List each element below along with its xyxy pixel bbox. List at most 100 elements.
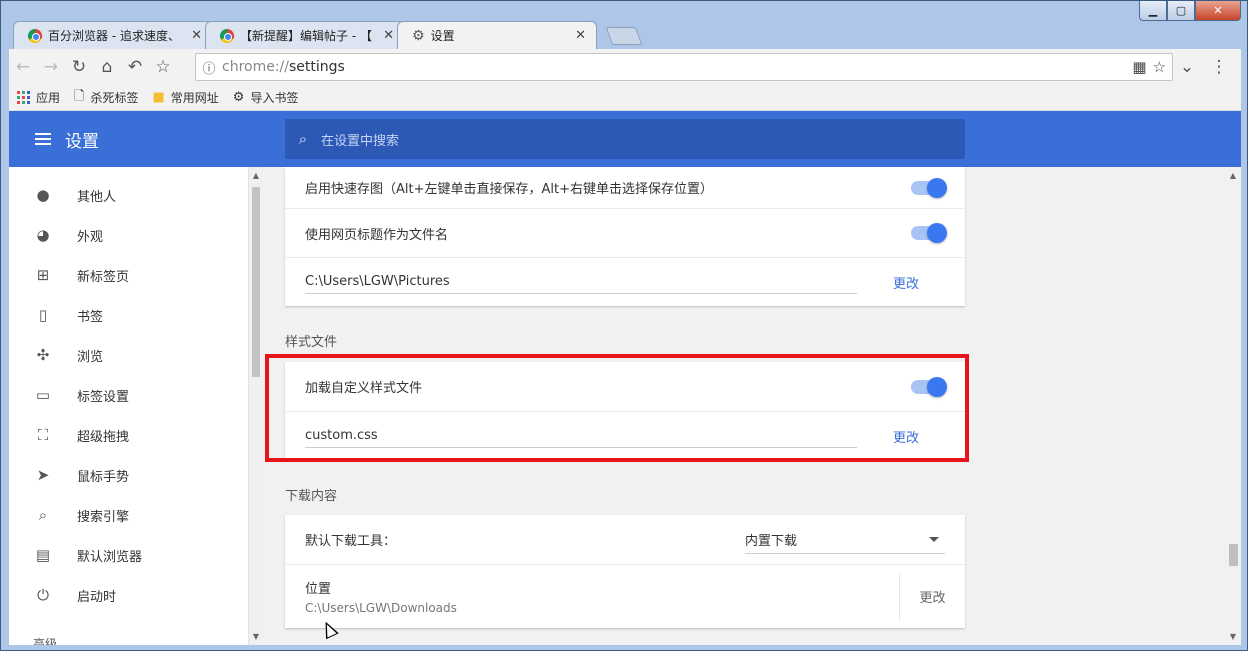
reload-icon[interactable]: ↻ (65, 53, 93, 81)
page-scroll-thumb[interactable] (1229, 544, 1238, 566)
screenshot-path-row: C:\Users\LGW\Pictures 更改 (285, 257, 965, 306)
hamburger-menu-icon[interactable] (35, 127, 59, 151)
change-screenshot-path-button[interactable]: 更改 (893, 273, 919, 292)
scroll-down-arrow-icon[interactable]: ▼ (1225, 632, 1241, 641)
info-icon[interactable]: ⓘ (196, 58, 222, 77)
sidebar-item-label: 超级拖拽 (77, 429, 130, 445)
window-controls: ▁ ▢ ✕ (1139, 1, 1241, 21)
sidebar-item-label: 其他人 (77, 189, 117, 205)
sidebar-scrollbar[interactable]: ▲ ▼ (249, 167, 263, 645)
scroll-up-arrow-icon[interactable]: ▲ (1225, 171, 1241, 180)
url-scheme: chrome:// (222, 59, 289, 75)
default-downloader-select[interactable]: 内置下载 (745, 526, 945, 554)
star-icon[interactable]: ☆ (149, 53, 177, 81)
sidebar-item-search-engine[interactable]: ⌕ 搜索引擎 (9, 495, 248, 535)
sidebar-item-advanced[interactable]: 高级 (33, 635, 57, 645)
settings-search[interactable]: ⌕ 在设置中搜索 (285, 119, 965, 159)
tab-close-icon[interactable]: ✕ (383, 28, 394, 43)
more-menu-icon[interactable]: ⋮ (1205, 53, 1233, 81)
sidebar-item-tab-settings[interactable]: ▭ 标签设置 (9, 375, 248, 415)
home-icon[interactable]: ⌂ (93, 53, 121, 81)
sidebar-item-label: 默认浏览器 (77, 549, 143, 565)
change-download-location-button[interactable]: 更改 (899, 572, 965, 621)
gear-icon: ⚙ (232, 90, 245, 105)
maximize-button[interactable]: ▢ (1167, 1, 1195, 21)
sidebar-item-label: 新标签页 (77, 269, 130, 285)
address-bar[interactable]: ⓘ chrome://settings ▦ ☆ (195, 53, 1173, 81)
download-location-label: 位置 (305, 582, 332, 597)
quick-save-toggle[interactable] (911, 177, 947, 198)
default-downloader-row: 默认下载工具： 内置下载 (285, 515, 965, 564)
tab-strip: 百分浏览器 - 追求速度、 ✕ 【新提醒】编辑帖子 - 【 ✕ ⚙ 设置 ✕ (13, 19, 913, 49)
undo-close-icon[interactable]: ↶ (121, 53, 149, 81)
apps-icon (17, 91, 30, 104)
bookmark-apps[interactable]: 应用 (17, 89, 60, 106)
sidebar-item-bookmarks[interactable]: ▯ 书签 (9, 295, 248, 335)
minimize-button[interactable]: ▁ (1139, 1, 1167, 21)
sidebar-item-label: 鼠标手势 (77, 469, 130, 485)
tab-2[interactable]: 【新提醒】编辑帖子 - 【 ✕ (205, 21, 405, 49)
palette-icon: ◕ (36, 226, 50, 244)
page-icon: 🗋 (74, 88, 85, 104)
tab-label: 百分浏览器 - 追求速度、 (48, 29, 180, 43)
forward-icon[interactable]: → (37, 53, 65, 81)
tab-label: 【新提醒】编辑帖子 - 【 (240, 29, 372, 43)
browser-window: ▁ ▢ ✕ 百分浏览器 - 追求速度、 ✕ 【新提醒】编辑帖子 - 【 ✕ ⚙ … (0, 0, 1248, 651)
page-scrollbar[interactable]: ▲ ▼ (1225, 167, 1241, 645)
close-window-button[interactable]: ✕ (1195, 1, 1241, 21)
browse-icon: ✣ (36, 346, 50, 364)
sidebar-item-new-tab[interactable]: ⊞ 新标签页 (9, 255, 248, 295)
toolbar: ← → ↻ ⌂ ↶ ☆ ⓘ chrome://settings ▦ ☆ ⌄ ⋮ (9, 49, 1241, 85)
sidebar-item-browse[interactable]: ✣ 浏览 (9, 335, 248, 375)
sidebar-item-mouse-gesture[interactable]: ➤ 鼠标手势 (9, 455, 248, 495)
sidebar-item-label: 启动时 (77, 589, 117, 605)
sidebar-item-appearance[interactable]: ◕ 外观 (9, 215, 248, 255)
back-icon[interactable]: ← (9, 53, 37, 81)
search-input[interactable]: 在设置中搜索 (321, 130, 399, 149)
screenshot-card: 启用快速存图（Alt+左键单击直接保存，Alt+右键单击选择保存位置） 使用网页… (285, 167, 965, 306)
qr-code-icon[interactable]: ▦ (1132, 58, 1146, 76)
tab-settings[interactable]: ⚙ 设置 ✕ (397, 21, 597, 49)
use-title-toggle[interactable] (911, 223, 947, 243)
quick-save-label: 启用快速存图（Alt+左键单击直接保存，Alt+右键单击选择保存位置） (305, 182, 713, 197)
sidebar-item-default-browser[interactable]: ▤ 默认浏览器 (9, 535, 248, 575)
drag-icon: ⛶ (37, 426, 49, 444)
chevron-down-icon[interactable]: ⌄ (1173, 53, 1201, 81)
download-location-path: C:\Users\LGW\Downloads (305, 601, 457, 615)
person-icon: ● (36, 186, 50, 204)
new-tab-button[interactable] (605, 27, 643, 45)
sidebar-scroll-thumb[interactable] (252, 187, 260, 377)
tab-label: 设置 (430, 29, 455, 43)
gear-icon: ⚙ (412, 27, 425, 44)
quick-save-row: 启用快速存图（Alt+左键单击直接保存，Alt+右键单击选择保存位置） (285, 167, 965, 208)
download-location-row: 位置 C:\Users\LGW\Downloads 更改 (285, 564, 965, 628)
bookmark-kill-tabs[interactable]: 🗋 杀死标签 (74, 87, 138, 109)
default-downloader-value: 内置下载 (745, 533, 798, 549)
bookmark-star-icon[interactable]: ☆ (1153, 58, 1166, 76)
tab-1[interactable]: 百分浏览器 - 追求速度、 ✕ (13, 21, 213, 49)
url-text[interactable]: chrome://settings (222, 59, 1132, 75)
sidebar-item-super-drag[interactable]: ⛶ 超级拖拽 (9, 415, 248, 455)
sidebar-item-people[interactable]: ● 其他人 (9, 175, 248, 215)
screenshot-path-field: C:\Users\LGW\Pictures (305, 270, 857, 294)
bookmark-import[interactable]: ⚙ 导入书签 (233, 89, 299, 106)
sidebar: ● 其他人 ◕ 外观 ⊞ 新标签页 ▯ 书签 ✣ 浏览 ▭ 标签设置 ⛶ 超级拖拽 ➤ 鼠标手势… (9, 167, 249, 645)
page-title: 设置 (65, 131, 99, 152)
style-section-title: 样式文件 (285, 335, 338, 350)
search-icon: ⌕ (298, 130, 308, 148)
folder-icon: ■ (152, 90, 165, 105)
url-path: settings (289, 59, 345, 75)
sidebar-item-label: 浏览 (77, 349, 104, 365)
tab-close-icon[interactable]: ✕ (191, 28, 202, 43)
scroll-up-arrow-icon[interactable]: ▲ (249, 171, 263, 180)
default-downloader-label: 默认下载工具： (305, 534, 397, 549)
bookmark-icon: ▯ (38, 306, 48, 324)
tab-close-icon[interactable]: ✕ (575, 28, 586, 43)
bookmark-label: 导入书签 (250, 91, 299, 105)
bookmark-common-sites[interactable]: ■ 常用网址 (152, 89, 218, 106)
power-icon: ⏻ (37, 586, 49, 604)
sidebar-item-on-startup[interactable]: ⏻ 启动时 (9, 575, 248, 615)
chevron-down-icon (929, 536, 939, 542)
scroll-down-arrow-icon[interactable]: ▼ (249, 632, 263, 641)
settings-page: 设置 ⌕ 在设置中搜索 ● 其他人 ◕ 外观 ⊞ 新标签页 ▯ 书签 ✣ 浏览 ▭ 标签设置… (9, 111, 1241, 645)
